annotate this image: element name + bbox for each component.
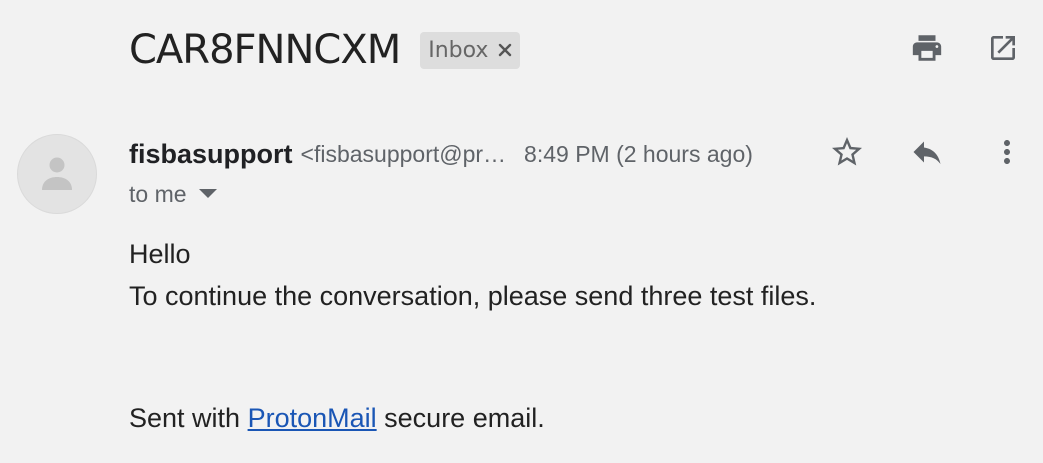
subject-row: CAR8FNNCXM Inbox <box>129 24 521 76</box>
message-timestamp: 8:49 PM (2 hours ago) <box>524 140 753 167</box>
message-header: fisbasupport <fisbasupport@pr… 8:49 PM (… <box>129 136 753 172</box>
open-in-new-icon[interactable] <box>985 30 1021 66</box>
close-icon[interactable] <box>498 43 512 57</box>
star-outline-icon[interactable] <box>829 134 865 170</box>
email-subject: CAR8FNNCXM <box>129 27 401 73</box>
reply-icon[interactable] <box>909 134 945 170</box>
message-actions <box>829 134 1025 170</box>
body-line: Hello <box>129 239 191 269</box>
more-vert-icon[interactable] <box>989 134 1025 170</box>
label-chip-text: Inbox <box>428 37 489 63</box>
recipient-text: to me <box>129 180 187 207</box>
person-icon <box>42 157 72 190</box>
thread-toolbar <box>909 30 1021 66</box>
sender-email: <fisbasupport@pr… <box>300 140 507 167</box>
avatar <box>17 134 97 214</box>
body-line: To continue the conversation, please sen… <box>129 281 817 311</box>
sender-name[interactable]: fisbasupport <box>129 139 293 170</box>
message-signature: Sent with ProtonMail secure email. <box>129 398 545 438</box>
caret-down-icon[interactable] <box>198 189 217 199</box>
signature-suffix: secure email. <box>384 403 545 433</box>
label-chip-inbox[interactable]: Inbox <box>420 31 521 69</box>
print-icon[interactable] <box>909 30 945 66</box>
message-body: Hello To continue the conversation, plea… <box>129 233 816 317</box>
protonmail-link[interactable]: ProtonMail <box>248 403 377 433</box>
recipient-details-toggle[interactable]: to me <box>129 178 217 210</box>
signature-prefix: Sent with <box>129 403 241 433</box>
